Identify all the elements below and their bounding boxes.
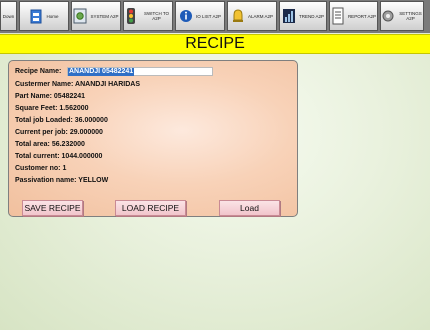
load-recipe-label: LOAD RECIPE [121, 203, 180, 213]
passivation-name-field: Passivation name: YELLOW [15, 177, 109, 184]
settings-a2p-label: SETTINGS A2P [399, 11, 422, 21]
system-a2p-button[interactable]: SYSTEM A2P [71, 1, 121, 31]
settings-panel-icon [73, 8, 87, 24]
recipe-name-label: Recipe Name: [15, 68, 62, 75]
report-a2p-label: REPORT A2P [347, 13, 377, 19]
load-label: Load [240, 203, 259, 213]
report-icon [332, 7, 344, 25]
report-a2p-button[interactable]: REPORT A2P [329, 1, 378, 31]
alarm-a2p-button[interactable]: ALARM A2P [227, 1, 277, 31]
total-area-field: Total area: 56.232000 [15, 141, 85, 148]
home-icon [30, 9, 42, 24]
alarm-bell-icon [232, 9, 243, 22]
load-recipe-button[interactable]: LOAD RECIPE [115, 200, 186, 216]
customer-name-field: Custermer Name: ANANDJI HARIDAS [15, 81, 140, 88]
traffic-light-icon [127, 8, 135, 24]
page-title: RECIPE [185, 35, 245, 52]
home-button[interactable]: Home [19, 1, 69, 31]
recipe-name-input[interactable]: ANANDJI 05482241 [67, 67, 213, 76]
trend-a2p-button[interactable]: TREND A2P [279, 1, 327, 31]
down-button-label: Down [2, 13, 15, 19]
part-name-field: Part Name: 05482241 [15, 93, 86, 100]
current-per-job-field: Current per job: 29.000000 [15, 129, 103, 136]
alarm-a2p-label: ALARM A2P [247, 13, 273, 19]
info-icon [180, 10, 193, 22]
down-button[interactable]: Down [0, 1, 17, 31]
trend-a2p-label: TREND A2P [298, 13, 324, 19]
switch-to-a2p-label: SWITCH TO A2P [143, 11, 170, 21]
total-current-field: Total current: 1044.000000 [15, 153, 103, 160]
square-feet-field: Square Feet: 1.562000 [15, 105, 89, 112]
save-recipe-button[interactable]: SAVE RECIPE [22, 200, 83, 216]
top-toolbar: Down Home SYSTEM A2P SWITCH TO A2P IO LI… [0, 0, 430, 33]
switch-to-a2p-button[interactable]: SWITCH TO A2P [123, 1, 173, 31]
settings-icon [382, 10, 394, 22]
io-list-a2p-button[interactable]: IO LIST A2P [175, 1, 225, 31]
recipe-panel: Recipe Name: ANANDJI 05482241 Custermer … [8, 60, 298, 217]
customer-no-field: Customer no: 1 [15, 165, 67, 172]
page-title-bar: RECIPE [0, 34, 430, 54]
total-job-loaded-field: Total job Loaded: 36.000000 [15, 117, 108, 124]
save-recipe-label: SAVE RECIPE [24, 203, 81, 213]
home-button-label: Home [46, 13, 59, 19]
settings-a2p-button[interactable]: SETTINGS A2P [380, 1, 424, 31]
io-list-a2p-label: IO LIST A2P [196, 13, 221, 19]
load-button[interactable]: Load [219, 200, 280, 216]
trend-chart-icon [282, 9, 295, 23]
recipe-name-selected-text: ANANDJI 05482241 [68, 68, 135, 76]
system-a2p-label: SYSTEM A2P [90, 13, 119, 19]
